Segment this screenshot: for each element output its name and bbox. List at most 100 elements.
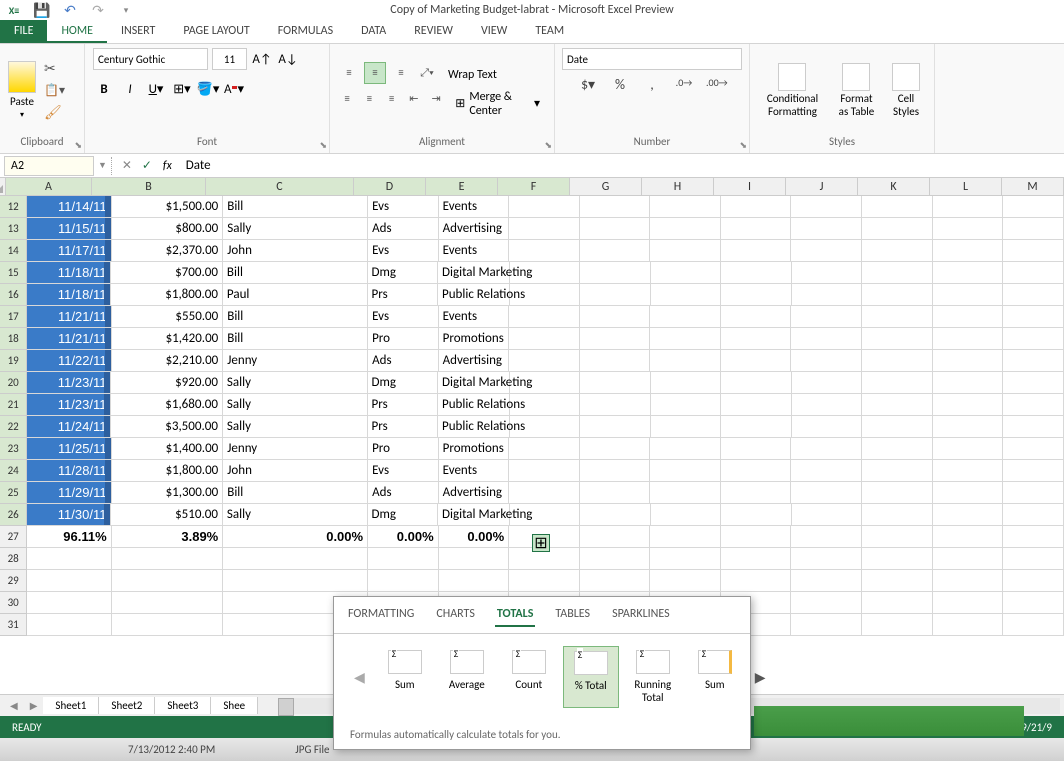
cell[interactable] <box>933 394 1003 416</box>
cell[interactable]: Dmg <box>368 372 438 394</box>
cell[interactable] <box>933 548 1004 570</box>
excel-icon[interactable]: X≡ <box>6 2 22 18</box>
cell[interactable] <box>1003 350 1064 372</box>
cell[interactable]: Events <box>439 460 510 482</box>
cell[interactable] <box>112 570 224 592</box>
qa-tab-sparklines[interactable]: SPARKLINES <box>610 603 672 627</box>
qa-item-count[interactable]: Count <box>501 646 557 708</box>
cell[interactable] <box>509 350 580 372</box>
qa-next-icon[interactable]: ▶ <box>751 669 770 686</box>
cell[interactable]: Digital Marketing <box>438 262 510 284</box>
cell[interactable] <box>509 196 580 218</box>
bold-button[interactable]: B <box>93 78 115 100</box>
fill-color-button[interactable]: 🪣▾ <box>197 78 219 100</box>
cell[interactable] <box>509 218 580 240</box>
cell[interactable] <box>791 548 862 570</box>
cell[interactable]: Prs <box>368 416 438 438</box>
cell[interactable] <box>933 460 1004 482</box>
increase-indent-icon[interactable]: ⇥ <box>427 88 445 110</box>
cell[interactable] <box>721 548 792 570</box>
italic-button[interactable]: I <box>119 78 141 100</box>
cell[interactable]: Public Relations <box>438 416 510 438</box>
qa-tab-formatting[interactable]: FORMATTING <box>346 603 416 627</box>
cell[interactable] <box>650 548 721 570</box>
cell[interactable]: 11/21/11 <box>27 306 111 328</box>
cell[interactable]: $1,400.00 <box>112 438 224 460</box>
cell[interactable]: 11/25/11 <box>27 438 111 460</box>
cell[interactable] <box>791 306 862 328</box>
cell[interactable] <box>1003 306 1064 328</box>
cell[interactable] <box>509 570 580 592</box>
cell[interactable] <box>580 394 650 416</box>
col-head-H[interactable]: H <box>642 178 714 196</box>
cell[interactable] <box>1003 240 1064 262</box>
cell[interactable]: Prs <box>368 394 438 416</box>
cell[interactable] <box>1003 570 1064 592</box>
cell[interactable] <box>509 306 580 328</box>
cell[interactable] <box>721 570 792 592</box>
cell[interactable] <box>510 262 580 284</box>
font-launcher-icon[interactable]: ⬊ <box>319 140 327 151</box>
cell[interactable]: Bill <box>223 328 368 350</box>
cell[interactable] <box>1003 592 1064 614</box>
cell[interactable]: Evs <box>368 240 439 262</box>
col-head-C[interactable]: C <box>206 178 354 196</box>
cancel-formula-icon[interactable]: ✕ <box>117 158 137 173</box>
cell[interactable]: John <box>223 240 368 262</box>
cell[interactable] <box>791 328 862 350</box>
cell[interactable]: Promotions <box>439 328 510 350</box>
quick-analysis-icon[interactable]: ⊞ <box>532 534 550 552</box>
tab-data[interactable]: DATA <box>347 20 400 43</box>
sheet-tab[interactable]: Sheet3 <box>155 697 211 714</box>
cell[interactable] <box>721 372 791 394</box>
cell[interactable]: Bill <box>223 306 368 328</box>
cell[interactable] <box>368 548 439 570</box>
cell[interactable]: Evs <box>368 196 439 218</box>
cell[interactable]: 11/29/11 <box>27 482 111 504</box>
cell[interactable]: Dmg <box>368 504 438 526</box>
cell[interactable] <box>862 306 933 328</box>
cell[interactable] <box>1003 218 1064 240</box>
cell[interactable] <box>650 526 721 548</box>
cell[interactable]: Evs <box>368 460 439 482</box>
row-head[interactable]: 23 <box>0 438 27 460</box>
wrap-text-button[interactable]: Wrap Text <box>442 66 503 84</box>
cell[interactable] <box>580 526 651 548</box>
cell[interactable] <box>791 592 862 614</box>
font-family-select[interactable] <box>93 48 208 70</box>
tab-file[interactable]: FILE <box>0 20 47 43</box>
tab-review[interactable]: REVIEW <box>400 20 467 43</box>
row-head[interactable]: 30 <box>0 592 27 614</box>
cell[interactable] <box>792 504 862 526</box>
undo-icon[interactable]: ↶ <box>62 2 78 18</box>
orientation-icon[interactable]: ⤢▾ <box>416 62 438 84</box>
cell[interactable] <box>933 504 1003 526</box>
cell[interactable] <box>862 548 933 570</box>
cell[interactable]: Advertising <box>439 350 510 372</box>
cell[interactable] <box>1003 482 1064 504</box>
cell[interactable]: 11/22/11 <box>27 350 111 372</box>
cell[interactable] <box>1003 394 1064 416</box>
percent-format-icon[interactable]: % <box>610 76 630 93</box>
cell[interactable] <box>580 218 651 240</box>
cell[interactable]: Pro <box>368 438 439 460</box>
cell[interactable] <box>862 284 932 306</box>
cell[interactable] <box>721 350 792 372</box>
cell[interactable] <box>580 482 651 504</box>
cell[interactable]: Ads <box>368 218 439 240</box>
decrease-font-icon[interactable]: A↓ <box>277 48 299 70</box>
cell[interactable] <box>509 438 580 460</box>
cell[interactable] <box>933 196 1004 218</box>
cell[interactable] <box>580 460 651 482</box>
cell[interactable] <box>862 504 932 526</box>
qa-item-running-total[interactable]: Running Total <box>625 646 681 708</box>
cell[interactable] <box>368 570 439 592</box>
qa-item-sum-right[interactable]: Sum <box>687 646 743 708</box>
copy-icon[interactable]: 📋▾ <box>44 83 65 98</box>
cell[interactable] <box>650 438 721 460</box>
cell[interactable] <box>862 196 933 218</box>
cell[interactable] <box>862 438 933 460</box>
cell[interactable] <box>933 438 1004 460</box>
cell[interactable] <box>721 306 792 328</box>
cell[interactable] <box>580 570 651 592</box>
